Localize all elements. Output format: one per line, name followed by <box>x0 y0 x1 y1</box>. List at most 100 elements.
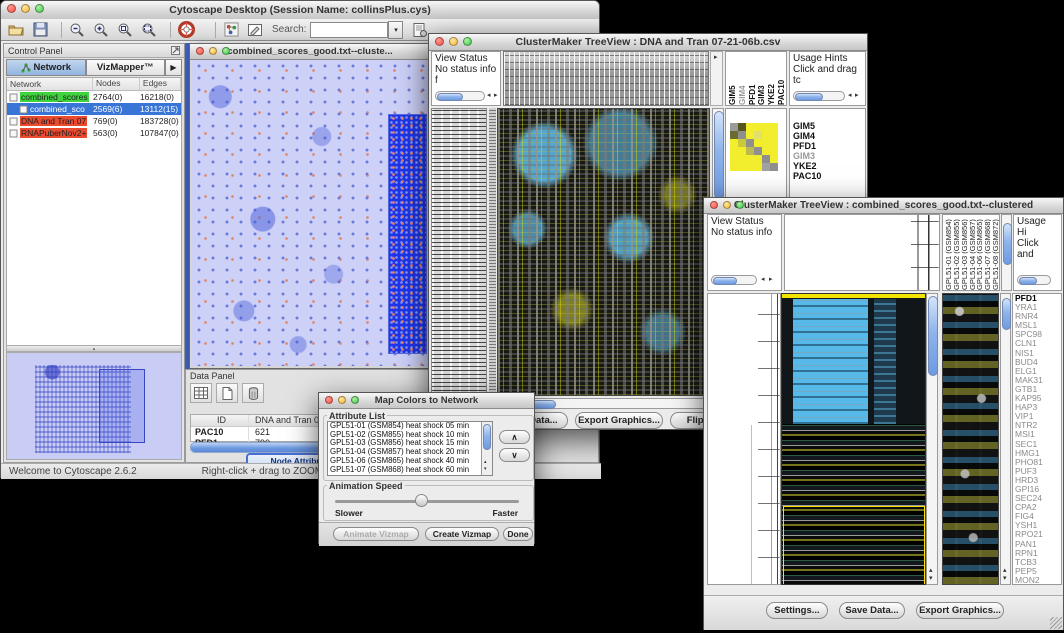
scroll-down-icon[interactable]: ▾ <box>1003 575 1007 582</box>
gene-label[interactable]: GIM3 <box>790 151 865 161</box>
column-label[interactable]: PFD1 <box>748 52 757 105</box>
column-labels-scrollbar[interactable] <box>1001 214 1012 291</box>
minimize-icon[interactable] <box>21 4 30 13</box>
column-label[interactable]: GPL51-03 (GSM856) <box>960 215 968 290</box>
panel-divider-handle[interactable]: ▴ <box>6 345 182 352</box>
zoom-window-icon[interactable] <box>222 47 230 55</box>
move-up-button[interactable]: ∧ <box>499 430 530 444</box>
column-label[interactable]: GIM3 <box>757 52 766 105</box>
col-network[interactable]: Network <box>7 78 93 90</box>
usage-hints-scrollbar[interactable] <box>1017 275 1051 285</box>
zoom-window-icon[interactable] <box>35 4 44 13</box>
dialog-titlebar[interactable]: Map Colors to Network <box>319 393 534 409</box>
scroll-left-icon[interactable]: ◂ <box>761 276 765 283</box>
usage-hints-scrollbar[interactable] <box>793 91 845 101</box>
birdseye-viewport-rect[interactable] <box>99 369 145 443</box>
zoom-window-icon[interactable] <box>351 396 359 404</box>
column-label[interactable]: GPL51-01 (GSM854) <box>944 215 952 290</box>
delete-attribute-icon[interactable] <box>242 383 264 403</box>
birdseye-view[interactable] <box>6 352 182 460</box>
main-titlebar[interactable]: Cytoscape Desktop (Session Name: collins… <box>1 1 599 20</box>
move-down-button[interactable]: ∨ <box>499 448 530 462</box>
settings-button[interactable]: Settings... <box>766 602 828 619</box>
tabs-overflow-icon[interactable]: ▶ <box>165 59 182 76</box>
close-icon[interactable] <box>435 37 444 46</box>
column-label[interactable]: GIM4 <box>738 52 747 105</box>
minimize-icon[interactable] <box>338 396 346 404</box>
zoom-in-icon[interactable] <box>92 21 110 39</box>
view-status-scrollbar[interactable] <box>711 275 757 285</box>
zoom-window-icon[interactable] <box>736 201 744 209</box>
gene-label[interactable]: YKE2 <box>790 161 865 171</box>
zoom-out-icon[interactable] <box>68 21 86 39</box>
gene-label[interactable]: MON2 <box>1013 576 1061 585</box>
heatmap-vscrollbar[interactable]: ▴ ▾ <box>926 293 938 585</box>
network-row[interactable]: RNAPuberNov2+ 563(0) 107847(0) <box>7 127 181 139</box>
col-nodes[interactable]: Nodes <box>93 78 140 90</box>
minimize-icon[interactable] <box>209 47 217 55</box>
column-dendrogram[interactable] <box>503 51 709 106</box>
gene-list-scrollbar[interactable]: ▴ ▾ <box>1000 293 1011 585</box>
search-dropdown-icon[interactable]: ▾ <box>388 21 403 39</box>
scroll-up-icon[interactable]: ▴ <box>929 567 933 574</box>
heatmap-canvas[interactable] <box>497 108 710 396</box>
scroll-down-icon[interactable]: ▾ <box>484 466 487 473</box>
treeview2-titlebar[interactable]: ClusterMaker TreeView : combined_scores_… <box>704 198 1063 214</box>
column-label[interactable]: GPL51-08 (GSM872) <box>991 215 999 290</box>
help-lifering-icon[interactable] <box>177 21 195 39</box>
close-icon[interactable] <box>7 4 16 13</box>
gene-label[interactable]: PAC10 <box>790 171 865 181</box>
tab-network[interactable]: Network <box>6 59 86 76</box>
save-icon[interactable] <box>31 21 49 39</box>
attribute-list-scrollbar[interactable]: ▴ ▾ <box>481 422 492 475</box>
scroll-right-icon[interactable]: ▸ <box>494 92 498 99</box>
save-data-button[interactable]: Save Data... <box>839 602 905 619</box>
column-scroll-strip[interactable]: ▸ <box>710 51 723 106</box>
scroll-left-icon[interactable]: ◂ <box>487 92 491 99</box>
scroll-right-icon[interactable]: ▸ <box>855 92 859 99</box>
new-attribute-icon[interactable] <box>216 383 238 403</box>
zoom-window-icon[interactable] <box>463 37 472 46</box>
gene-label[interactable]: GIM4 <box>790 131 865 141</box>
similarity-matrix[interactable] <box>730 123 778 171</box>
done-button[interactable]: Done <box>503 527 533 541</box>
minimize-icon[interactable] <box>723 201 731 209</box>
network-view-titlebar[interactable]: combined_scores_good.txt--cluste... <box>190 44 430 60</box>
scroll-down-icon[interactable]: ▾ <box>929 575 933 582</box>
export-graphics-button[interactable]: Export Graphics... <box>916 602 1004 619</box>
annotation-icon[interactable] <box>246 21 264 39</box>
row-dendrogram[interactable] <box>431 108 487 396</box>
col-id[interactable]: ID <box>191 415 249 426</box>
close-icon[interactable] <box>710 201 718 209</box>
zoom-selected-icon[interactable] <box>116 21 134 39</box>
view-status-scrollbar[interactable] <box>435 91 485 101</box>
select-attributes-icon[interactable] <box>190 383 212 403</box>
resize-grip[interactable] <box>1050 617 1062 629</box>
search-input[interactable] <box>310 22 388 38</box>
speed-slider-thumb[interactable] <box>415 494 428 507</box>
create-vizmap-button[interactable]: Create Vizmap <box>425 527 499 541</box>
network-canvas[interactable] <box>192 60 428 366</box>
scroll-left-icon[interactable]: ◂ <box>848 92 852 99</box>
minimize-icon[interactable] <box>449 37 458 46</box>
scroll-up-icon[interactable]: ▴ <box>1003 567 1007 574</box>
column-label[interactable]: YKE2 <box>767 52 776 105</box>
column-dendrogram[interactable] <box>784 214 940 291</box>
gene-label[interactable]: PFD1 <box>790 141 865 151</box>
gene-label[interactable]: GIM5 <box>790 121 865 131</box>
column-label[interactable]: GIM5 <box>728 52 737 105</box>
scroll-up-icon[interactable]: ▴ <box>484 459 487 466</box>
treeview1-titlebar[interactable]: ClusterMaker TreeView : DNA and Tran 07-… <box>429 34 867 51</box>
close-icon[interactable] <box>196 47 204 55</box>
close-icon[interactable] <box>325 396 333 404</box>
col-edges[interactable]: Edges <box>140 78 181 90</box>
scroll-right-icon[interactable]: ▸ <box>769 276 773 283</box>
zoom-view-canvas[interactable] <box>942 293 999 585</box>
network-row[interactable]: DNA and Tran 07 769(0) 183728(0) <box>7 115 181 127</box>
export-graphics-button[interactable]: Export Graphics... <box>575 412 663 429</box>
report-icon[interactable] <box>411 21 429 39</box>
tab-vizmapper[interactable]: VizMapper™ <box>86 59 166 76</box>
open-file-icon[interactable] <box>7 21 25 39</box>
animate-vizmap-button[interactable]: Animate Vizmap <box>333 527 419 541</box>
network-row[interactable]: combined_sco 2569(6) 13112(15) <box>7 103 181 115</box>
